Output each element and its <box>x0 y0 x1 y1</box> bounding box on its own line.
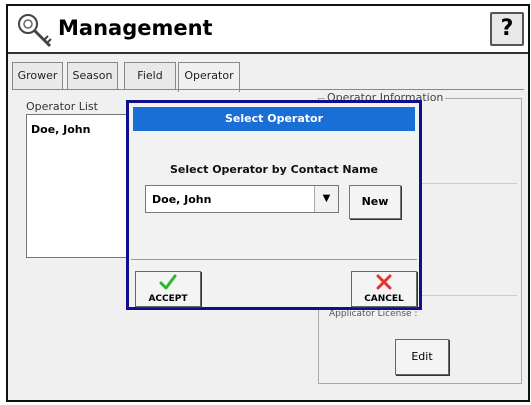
cancel-label: CANCEL <box>364 294 404 304</box>
key-ring-icon <box>18 14 52 48</box>
operator-list[interactable]: Doe, John <box>26 114 130 258</box>
select-operator-dialog: Select Operator Select Operator by Conta… <box>126 100 422 310</box>
header-bar: Management ? <box>8 6 528 54</box>
dropdown-arrow-icon[interactable]: ▼ <box>314 186 338 212</box>
list-item[interactable]: Doe, John <box>31 123 90 136</box>
edit-button[interactable]: Edit <box>395 339 449 375</box>
tab-grower[interactable]: Grower <box>12 62 63 90</box>
dialog-title: Select Operator <box>133 107 415 131</box>
tab-operator[interactable]: Operator <box>178 62 240 92</box>
management-window: Management ? Grower Season Field Operato… <box>6 4 530 402</box>
operator-select-value: Doe, John <box>152 193 212 206</box>
accept-button[interactable]: ACCEPT <box>135 271 201 307</box>
cancel-button[interactable]: CANCEL <box>351 271 417 307</box>
operator-select[interactable]: Doe, John ▼ <box>145 185 339 213</box>
dialog-divider <box>131 259 417 260</box>
operator-list-label: Operator List <box>26 100 98 113</box>
help-button[interactable]: ? <box>490 12 524 46</box>
tab-season[interactable]: Season <box>67 62 118 90</box>
page-title: Management <box>58 16 213 40</box>
dialog-prompt: Select Operator by Contact Name <box>169 163 378 176</box>
tab-field[interactable]: Field <box>124 62 176 90</box>
accept-label: ACCEPT <box>148 294 188 304</box>
checkmark-icon <box>136 274 200 292</box>
tab-divider <box>12 89 524 90</box>
x-icon <box>352 274 416 292</box>
new-button[interactable]: New <box>349 185 401 219</box>
applicator-license-label: Applicator License : <box>329 309 418 319</box>
